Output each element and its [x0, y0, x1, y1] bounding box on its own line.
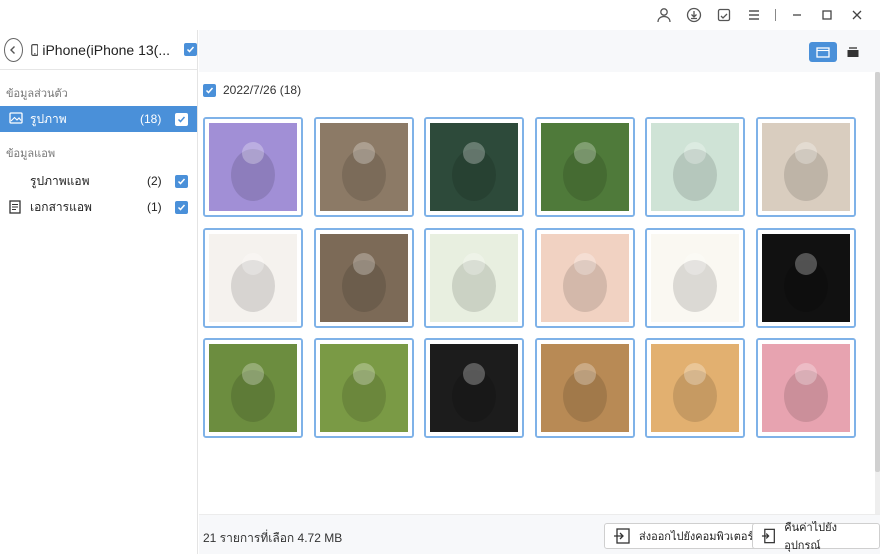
sidebar-item-app-photos[interactable]: รูปภาพแอพ (2) — [0, 168, 197, 194]
sidebar-item-app-documents[interactable]: เอกสารแอพ (1) — [0, 194, 197, 220]
photo-thumbnail[interactable] — [755, 338, 856, 438]
photo-icon — [9, 112, 23, 124]
photo-image — [315, 340, 412, 436]
sidebar-item-label: รูปภาพ — [30, 111, 67, 126]
photo-thumbnail[interactable] — [534, 117, 635, 217]
photo-thumbnail[interactable] — [645, 338, 745, 438]
photo-content: 2022/7/26 (18) — [199, 72, 875, 514]
photo-image — [205, 340, 301, 436]
main-panel: 2022/7/26 (18) 21 รายการที่เลือก 4.72 MB… — [199, 30, 880, 554]
list-view-icon — [847, 47, 859, 57]
document-icon — [9, 200, 21, 214]
footer-bar: 21 รายการที่เลือก 4.72 MB ส่งออกไปยังคอม… — [199, 514, 880, 554]
selection-status: 21 รายการที่เลือก 4.72 MB — [203, 531, 343, 545]
app-window: iPhone(iPhone 13(... ข้อมูลส่วนตัว รูปภา… — [0, 0, 880, 554]
window-controls — [649, 0, 872, 30]
photo-thumbnail[interactable] — [203, 338, 303, 438]
title-bar — [0, 0, 880, 30]
sidebar-item-checkbox[interactable] — [175, 201, 188, 214]
photo-thumbnail[interactable] — [313, 117, 414, 217]
sidebar-item-label: รูปภาพแอพ — [30, 173, 90, 188]
export-icon — [614, 528, 630, 544]
photo-thumbnail[interactable] — [313, 338, 414, 438]
left-panel: iPhone(iPhone 13(... ข้อมูลส่วนตัว รูปภา… — [0, 30, 198, 554]
sidebar-item-photos[interactable]: รูปภาพ (18) — [0, 106, 197, 132]
grid-view-icon — [816, 46, 830, 58]
close-icon[interactable] — [842, 1, 872, 29]
scrollbar[interactable] — [875, 72, 880, 514]
minimize-icon[interactable] — [782, 1, 812, 29]
photo-thumbnail[interactable] — [424, 117, 524, 217]
photo-thumbnail[interactable] — [203, 227, 303, 328]
title-separator — [775, 9, 776, 21]
user-icon[interactable] — [649, 1, 679, 29]
photo-image — [536, 229, 633, 326]
photo-image — [205, 119, 301, 215]
menu-icon[interactable] — [739, 1, 769, 29]
chevron-left-icon — [10, 45, 16, 54]
sidebar-item-label: เอกสารแอพ — [30, 199, 92, 214]
photo-image — [757, 229, 854, 326]
view-toolbar — [199, 30, 880, 72]
photo-image — [536, 340, 633, 436]
photo-thumbnail[interactable] — [534, 227, 635, 328]
photo-image — [426, 340, 522, 436]
photo-thumbnail[interactable] — [755, 117, 856, 217]
phone-icon — [30, 43, 39, 56]
photo-image — [315, 229, 412, 326]
sidebar-item-checkbox[interactable] — [175, 175, 188, 188]
sidebar-item-checkbox[interactable] — [175, 113, 188, 126]
photo-thumbnail[interactable] — [645, 227, 745, 328]
feedback-icon[interactable] — [709, 1, 739, 29]
photo-thumbnail[interactable] — [534, 338, 635, 438]
photo-image — [315, 119, 412, 215]
photo-thumbnail[interactable] — [755, 227, 856, 328]
list-view-button[interactable] — [839, 42, 867, 62]
photo-image — [647, 119, 743, 215]
photo-thumbnail[interactable] — [424, 338, 524, 438]
device-header: iPhone(iPhone 13(... — [0, 30, 197, 70]
export-to-computer-button[interactable]: ส่งออกไปยังคอมพิวเตอร์ — [604, 523, 765, 549]
photo-image — [205, 229, 301, 326]
download-icon[interactable] — [679, 1, 709, 29]
photo-image — [647, 229, 743, 326]
photo-image — [647, 340, 743, 436]
photo-thumbnail[interactable] — [203, 117, 303, 217]
photo-image — [426, 119, 522, 215]
photo-thumbnail[interactable] — [424, 227, 524, 328]
sidebar-item-count: (18) — [140, 112, 162, 126]
section-title-app: ข้อมูลแอพ — [6, 148, 56, 160]
back-button[interactable] — [4, 37, 23, 62]
grid-view-button[interactable] — [809, 42, 837, 62]
section-title-personal: ข้อมูลส่วนตัว — [6, 88, 68, 100]
device-checkbox[interactable] — [184, 43, 197, 56]
photo-image — [426, 229, 522, 326]
photo-thumbnail[interactable] — [313, 227, 414, 328]
photo-thumbnail[interactable] — [645, 117, 745, 217]
date-group-checkbox[interactable] — [203, 83, 216, 97]
photo-image — [757, 119, 854, 215]
export-button-label: ส่งออกไปยังคอมพิวเตอร์ — [639, 531, 754, 543]
photo-image — [757, 340, 854, 436]
date-group-label: 2022/7/26 (18) — [223, 83, 302, 97]
photo-image — [536, 119, 633, 215]
scrollbar-thumb[interactable] — [875, 72, 880, 472]
maximize-icon[interactable] — [812, 1, 842, 29]
restore-button-label: คืนค่าไปยังอุปกรณ์ — [784, 522, 837, 552]
sidebar-item-count: (2) — [147, 174, 162, 188]
sidebar-item-count: (1) — [147, 200, 162, 214]
restore-to-device-button[interactable]: คืนค่าไปยังอุปกรณ์ — [752, 522, 880, 552]
device-name: iPhone(iPhone 13(... — [42, 41, 170, 58]
date-group-header: 2022/7/26 (18) — [203, 83, 301, 97]
restore-icon — [761, 528, 775, 544]
